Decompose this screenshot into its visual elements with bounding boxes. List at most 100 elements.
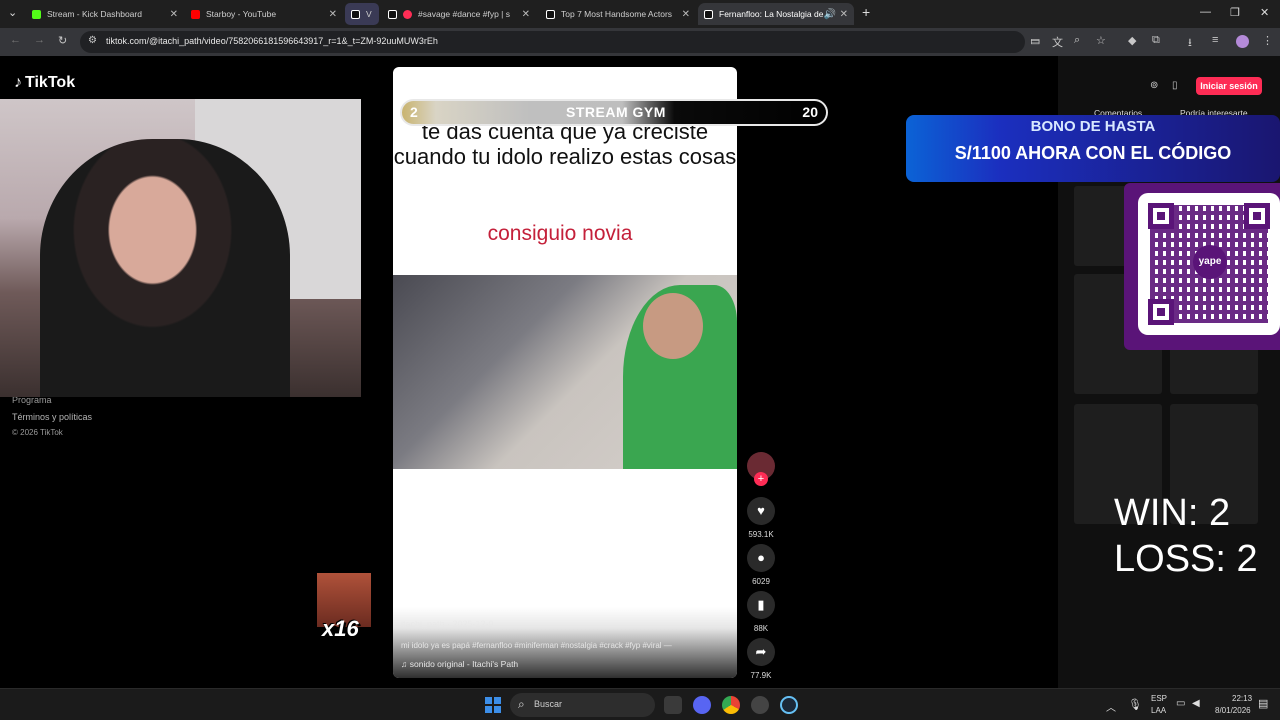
record-icon [403, 9, 412, 19]
tray-chevron-icon[interactable]: ︿ [1106, 699, 1116, 714]
bookmark-star-icon[interactable]: ☆ [1096, 34, 1106, 47]
score-overlay: WIN: 2 LOSS: 2 [1114, 490, 1258, 582]
heart-icon: ♥ [747, 497, 775, 525]
video-caption-text: te das cuenta que ya creciste cuando tu … [393, 119, 737, 169]
download-icon[interactable]: ⭳ [1188, 34, 1192, 53]
tab-search-icon[interactable]: ⌄ [8, 6, 17, 19]
forward-icon[interactable]: → [34, 34, 45, 46]
streamer-image [40, 139, 290, 397]
follow-button[interactable]: + [754, 472, 768, 486]
install-icon[interactable]: ▭ [1030, 34, 1040, 47]
tiktok-icon [351, 9, 360, 19]
tab-kick-dashboard[interactable]: Stream - Kick Dashboard ✕ [26, 3, 184, 25]
tab-handsome-actors[interactable]: Top 7 Most Handsome Actors ✕ [540, 3, 696, 25]
microphone-icon[interactable]: 🎙 [1128, 698, 1142, 711]
taskbar-search[interactable]: ⌕ Buscar [510, 693, 655, 717]
zoom-icon[interactable]: ⌕ [1074, 34, 1080, 47]
tab-label: #savage #dance #fyp | s [418, 9, 510, 19]
close-icon[interactable]: ✕ [522, 9, 530, 20]
promo-line-1: BONO DE HASTA [1030, 118, 1156, 135]
clip-person-head [643, 293, 703, 359]
tab-label: Fernanfloo: La Nostalgia de [719, 9, 824, 19]
qr-finder [1148, 299, 1174, 325]
video-highlight-text: consiguio novia [487, 222, 633, 245]
start-button[interactable] [485, 697, 501, 713]
tiktok-note-icon: ♪ [14, 74, 22, 91]
minimize-button[interactable]: — [1200, 6, 1211, 18]
logo-text: TikTok [25, 74, 76, 91]
puzzle-icon[interactable]: ⧉ [1152, 34, 1160, 47]
tiktok-icon [704, 9, 713, 19]
close-icon[interactable]: ✕ [840, 9, 848, 20]
address-bar[interactable]: ⚙ tiktok.com/@itachi_path/video/75820661… [80, 31, 1040, 53]
emote-count: x16 [322, 616, 359, 641]
qr-finder [1244, 203, 1270, 229]
video-author[interactable]: itachi_path · 2025-12-9 [401, 619, 494, 629]
steam-icon[interactable] [780, 696, 798, 714]
clock-date[interactable]: 8/01/2026 [1215, 706, 1251, 715]
maximize-button[interactable]: ❐ [1230, 6, 1240, 19]
close-icon[interactable]: ✕ [170, 9, 178, 20]
windows-taskbar: ⌕ Buscar ︿ 🎙 ESP LAA ▭ ◀ 22:13 8/01/2026… [0, 688, 1280, 720]
video-player[interactable]: te das cuenta que ya creciste cuando tu … [393, 67, 737, 678]
menu-icon[interactable]: ⋮ [1262, 34, 1273, 47]
language-bottom[interactable]: LAA [1151, 706, 1166, 715]
obs-icon[interactable] [751, 696, 769, 714]
search-icon: ⌕ [518, 697, 525, 711]
footer-links: Programa Términos y políticas © 2026 Tik… [12, 393, 92, 440]
share-button[interactable]: ➦ 77.9K [747, 638, 775, 680]
score-loss: LOSS: 2 [1114, 538, 1258, 580]
device-icon[interactable]: ▯ [1172, 80, 1178, 91]
save-button[interactable]: ▮ 88K [747, 591, 775, 633]
tiktok-icon [546, 9, 555, 19]
language-top[interactable]: ESP [1151, 694, 1167, 703]
comment-button[interactable]: ● 6029 [747, 544, 775, 586]
login-button[interactable]: Iniciar sesión [1196, 77, 1262, 95]
footer-link-terms[interactable]: Términos y políticas [12, 410, 92, 425]
clock-time[interactable]: 22:13 [1232, 694, 1252, 703]
back-icon[interactable]: ← [10, 34, 21, 46]
profile-avatar[interactable] [1236, 35, 1249, 48]
tab-fernanfloo[interactable]: Fernanfloo: La Nostalgia de 🔊 ✕ [698, 3, 854, 25]
chrome-icon[interactable] [722, 696, 740, 714]
tab-savage-dance[interactable]: #savage #dance #fyp | s ✕ [382, 3, 536, 25]
browser-tab-strip: ⌄ Stream - Kick Dashboard ✕ Starboy - Yo… [0, 0, 1280, 28]
site-info-icon[interactable]: ⚙ [88, 35, 97, 46]
like-button[interactable]: ♥ 593.1K [747, 497, 775, 539]
media-icon[interactable]: ≡ [1212, 34, 1218, 46]
video-info: itachi_path · 2025-12-9 mi idolo ya es p… [393, 607, 737, 678]
network-icon[interactable]: ▭ [1176, 698, 1185, 709]
kick-icon [32, 9, 41, 19]
qr-code: yape [1138, 193, 1280, 335]
translate-icon[interactable]: 文 [1052, 34, 1063, 50]
close-icon[interactable]: ✕ [682, 9, 690, 20]
youtube-icon [191, 9, 200, 19]
save-count: 88K [753, 624, 769, 633]
extension-icon[interactable]: ◆ [1128, 34, 1136, 47]
discord-icon[interactable] [693, 696, 711, 714]
promo-banner: BONO DE HASTA S/1100 AHORA CON EL CÓDIGO [906, 115, 1280, 182]
search-label: Buscar [534, 699, 563, 709]
tab-label: V [366, 9, 372, 19]
reload-icon[interactable]: ↻ [58, 34, 67, 47]
share-count: 77.9K [750, 671, 772, 680]
notification-icon[interactable]: ▤ [1258, 697, 1268, 710]
new-tab-button[interactable]: + [862, 4, 870, 20]
like-count: 593.1K [748, 530, 774, 539]
close-icon[interactable]: ✕ [329, 9, 337, 20]
sound-label: sonido original - Itachi's Path [409, 659, 519, 669]
video-sound[interactable]: ♫ sonido original - Itachi's Path [401, 659, 518, 669]
speaker-icon[interactable]: 🔊 [824, 9, 836, 20]
close-window-button[interactable]: ✕ [1260, 6, 1269, 19]
video-clip-frame [393, 275, 737, 469]
file-explorer-icon[interactable] [664, 696, 682, 714]
upload-icon[interactable]: ⊚ [1150, 80, 1158, 91]
video-description: mi idolo ya es papá #fernanfloo #minifer… [401, 641, 672, 650]
tiktok-logo[interactable]: ♪ TikTok [14, 74, 75, 92]
url-text[interactable]: tiktok.com/@itachi_path/video/7582066181… [106, 36, 438, 46]
tab-group-v[interactable]: V [345, 3, 379, 25]
browser-toolbar: ← → ↻ ⚙ tiktok.com/@itachi_path/video/75… [0, 28, 1280, 56]
tab-youtube[interactable]: Starboy - YouTube ✕ [185, 3, 343, 25]
tab-label: Starboy - YouTube [206, 9, 277, 19]
volume-icon[interactable]: ◀ [1192, 698, 1200, 709]
